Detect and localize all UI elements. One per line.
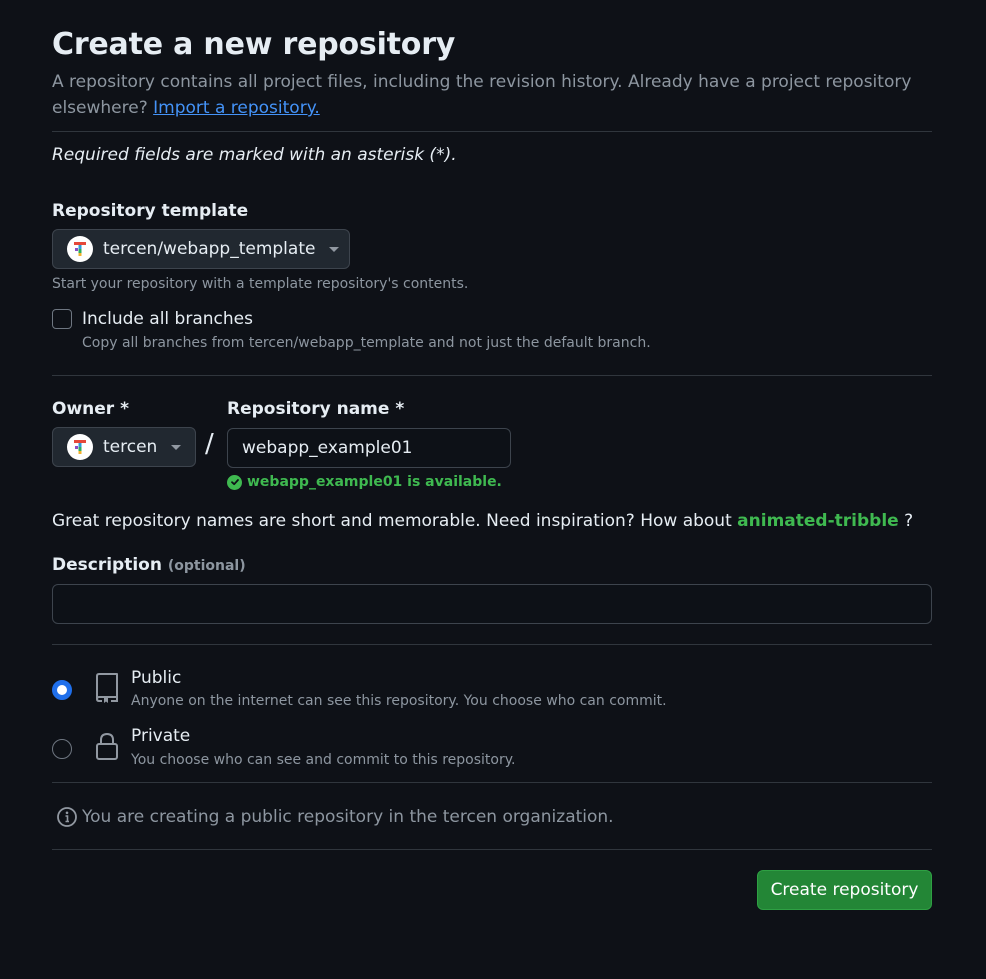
divider <box>52 131 932 132</box>
repo-name-input[interactable] <box>227 428 511 468</box>
caret-down-icon <box>171 444 182 450</box>
name-inspiration: Great repository names are short and mem… <box>52 511 913 531</box>
availability-text: webapp_example01 is available. <box>247 474 502 490</box>
page-intro: A repository contains all project files,… <box>52 69 912 121</box>
owner-avatar <box>67 434 93 460</box>
name-suggestion-link[interactable]: animated-tribble <box>737 511 899 531</box>
tercen-logo-icon <box>74 242 86 256</box>
divider <box>52 849 932 850</box>
visibility-private-desc: You choose who can see and commit to thi… <box>131 752 516 768</box>
page-title: Create a new repository <box>52 27 456 62</box>
divider <box>52 375 932 376</box>
inspiration-text: Great repository names are short and mem… <box>52 511 732 531</box>
inspiration-suffix: ? <box>904 511 914 531</box>
template-hint: Start your repository with a template re… <box>52 276 469 292</box>
visibility-public-desc: Anyone on the internet can see this repo… <box>131 693 667 709</box>
owner-label: Owner * <box>52 399 129 419</box>
create-repository-button[interactable]: Create repository <box>757 870 932 910</box>
description-label: Description (optional) <box>52 555 246 575</box>
visibility-public-radio[interactable] <box>52 680 72 700</box>
info-note-text: You are creating a public repository in … <box>82 807 614 827</box>
description-optional-tag: (optional) <box>167 558 246 574</box>
caret-down-icon <box>329 246 340 252</box>
include-branches-label[interactable]: Include all branches <box>82 309 253 329</box>
description-input[interactable] <box>52 584 932 624</box>
template-selected-value: tercen/webapp_template <box>103 239 316 259</box>
owner-repo-separator: / <box>205 429 214 459</box>
lock-icon <box>94 731 120 765</box>
import-repository-link[interactable]: Import a repository. <box>153 98 320 118</box>
repo-availability-status: webapp_example01 is available. <box>227 474 502 490</box>
owner-selected-value: tercen <box>103 437 158 457</box>
tercen-avatar <box>67 236 93 262</box>
visibility-public-title[interactable]: Public <box>131 668 181 688</box>
repo-icon <box>94 672 120 708</box>
required-fields-note: Required fields are marked with an aster… <box>52 145 457 165</box>
repo-name-label: Repository name * <box>227 399 405 419</box>
template-select-button[interactable]: tercen/webapp_template <box>52 229 350 269</box>
check-circle-icon <box>227 474 242 490</box>
owner-select-button[interactable]: tercen <box>52 427 196 467</box>
visibility-info-note: You are creating a public repository in … <box>56 806 614 828</box>
visibility-private-title[interactable]: Private <box>131 726 190 746</box>
template-label: Repository template <box>52 201 249 221</box>
description-label-text: Description <box>52 555 162 575</box>
divider <box>52 644 932 645</box>
divider <box>52 782 932 783</box>
include-branches-hint: Copy all branches from tercen/webapp_tem… <box>82 335 651 351</box>
visibility-private-radio[interactable] <box>52 739 72 759</box>
create-repository-page: Create a new repository A repository con… <box>0 0 986 979</box>
tercen-logo-icon <box>74 440 86 454</box>
include-branches-checkbox[interactable] <box>52 309 72 329</box>
info-icon <box>57 807 77 827</box>
